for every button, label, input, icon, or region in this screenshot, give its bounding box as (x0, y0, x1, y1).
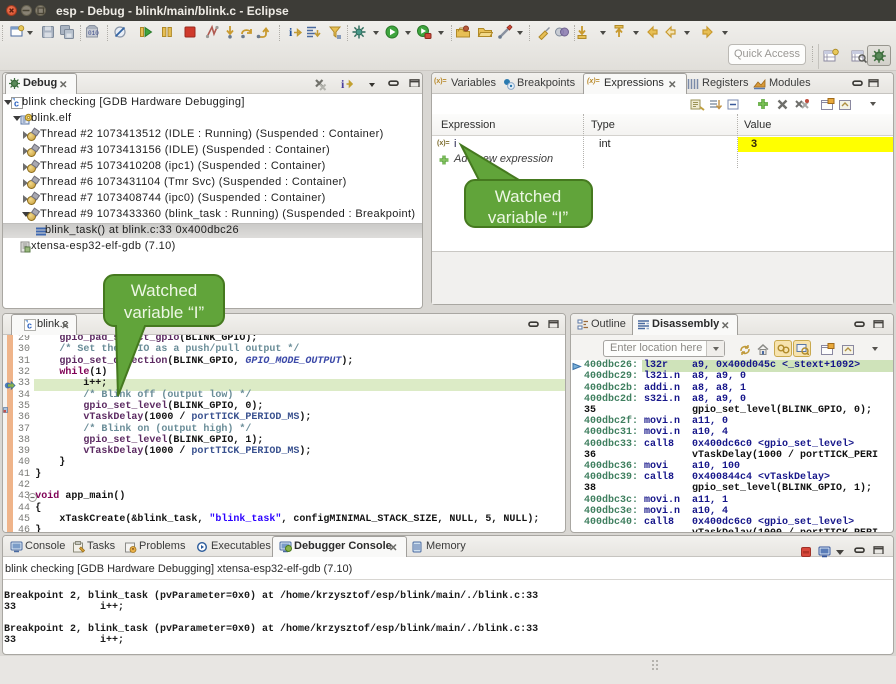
svg-text:variable “I”: variable “I” (488, 208, 569, 227)
svg-text:010: 010 (88, 30, 99, 37)
svg-text:Watched: Watched (131, 281, 197, 300)
svg-text:i: i (289, 25, 293, 39)
svg-text:variable “I”: variable “I” (124, 303, 205, 322)
svg-text:Watched: Watched (495, 187, 561, 206)
svg-text:i: i (341, 77, 345, 90)
